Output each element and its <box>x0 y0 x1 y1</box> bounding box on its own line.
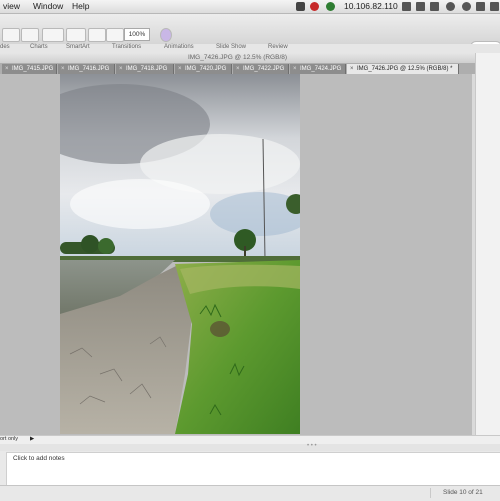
close-icon[interactable]: × <box>61 64 65 74</box>
close-icon[interactable]: × <box>119 64 123 74</box>
zoom-field[interactable]: 100% <box>124 28 150 41</box>
help-icon[interactable] <box>160 28 172 42</box>
doc-tab[interactable]: × IMG_7422.JPG <box>233 64 289 74</box>
status-bar: Slide 10 of 21 <box>0 485 500 501</box>
menu-item-help[interactable]: Help <box>72 1 89 11</box>
close-icon[interactable]: × <box>236 64 240 74</box>
bluetooth-icon[interactable] <box>446 2 455 11</box>
menu-item-window[interactable]: Window <box>33 1 63 11</box>
airplay-icon[interactable] <box>430 2 439 11</box>
doc-tab-label: IMG_7422.JPG <box>243 66 285 72</box>
doc-tab-label: IMG_7416.JPG <box>68 66 110 72</box>
insert-picture-button[interactable] <box>42 28 64 42</box>
view-status-row: ort only ▶ <box>0 435 500 444</box>
sync-icon[interactable] <box>326 2 335 11</box>
tab-charts[interactable]: Charts <box>30 44 48 50</box>
tab-animations[interactable]: Animations <box>164 44 194 50</box>
close-icon[interactable]: × <box>178 64 182 74</box>
notification-icon[interactable] <box>310 2 319 11</box>
tab-review[interactable]: Review <box>268 44 288 50</box>
close-icon[interactable]: × <box>293 64 297 74</box>
slide-pane-edge <box>475 53 500 436</box>
doc-tab-label: IMG_7415.JPG <box>12 66 54 72</box>
shapes-button[interactable] <box>66 28 86 42</box>
volume-icon[interactable] <box>476 2 485 11</box>
doc-tab-label: IMG_7420.JPG <box>185 66 227 72</box>
doc-tab[interactable]: × IMG_7420.JPG <box>175 64 232 74</box>
notes-placeholder: Click to add notes <box>13 455 65 462</box>
doc-tab-active[interactable]: × IMG_7426.JPG @ 12.5% (RGB/8) * <box>347 64 459 74</box>
notes-pane[interactable]: Click to add notes <box>6 452 500 486</box>
doc-tab-label: IMG_7418.JPG <box>126 66 168 72</box>
menu-item-view[interactable]: view <box>3 1 20 11</box>
menu-bar: view Window Help 10.106.82.110 <box>0 0 500 14</box>
close-icon[interactable]: × <box>5 64 9 74</box>
app-status-icon[interactable] <box>296 2 305 11</box>
slide-counter: Slide 10 of 21 <box>430 488 500 498</box>
ribbon-tabs: des Charts SmartArt Transitions Animatio… <box>0 44 500 53</box>
table-button[interactable] <box>88 28 106 42</box>
tab-slide-show[interactable]: Slide Show <box>216 44 246 50</box>
notes-splitter[interactable]: • • • <box>0 443 500 451</box>
view-mode-label: ort only <box>0 436 19 442</box>
doc-tab[interactable]: × IMG_7424.JPG <box>290 64 346 74</box>
format-painter-button[interactable] <box>21 28 39 42</box>
wifi-icon[interactable] <box>462 2 471 11</box>
media-button[interactable] <box>106 28 124 42</box>
drag-handle-icon[interactable]: • • • <box>307 443 317 449</box>
doc-tab[interactable]: × IMG_7415.JPG <box>2 64 57 74</box>
photoshop-canvas[interactable] <box>0 74 472 436</box>
paste-button[interactable] <box>2 28 20 42</box>
doc-tab[interactable]: × IMG_7418.JPG <box>116 64 174 74</box>
tab-design[interactable]: des <box>0 44 10 50</box>
close-icon[interactable]: × <box>350 64 354 74</box>
doc-tab[interactable]: × IMG_7416.JPG <box>58 64 115 74</box>
network-icon[interactable] <box>402 2 411 11</box>
flag-icon[interactable] <box>490 2 499 11</box>
display-icon[interactable] <box>416 2 425 11</box>
doc-tab-label: IMG_7424.JPG <box>300 66 342 72</box>
photo-image <box>60 74 300 434</box>
doc-tab-label: IMG_7426.JPG @ 12.5% (RGB/8) * <box>357 66 453 72</box>
ip-address: 10.106.82.110 <box>344 1 398 11</box>
play-arrow-icon[interactable]: ▶ <box>30 436 34 442</box>
tab-transitions[interactable]: Transitions <box>112 44 141 50</box>
tab-smartart[interactable]: SmartArt <box>66 44 90 50</box>
app-toolbar: 100% <box>0 14 500 54</box>
